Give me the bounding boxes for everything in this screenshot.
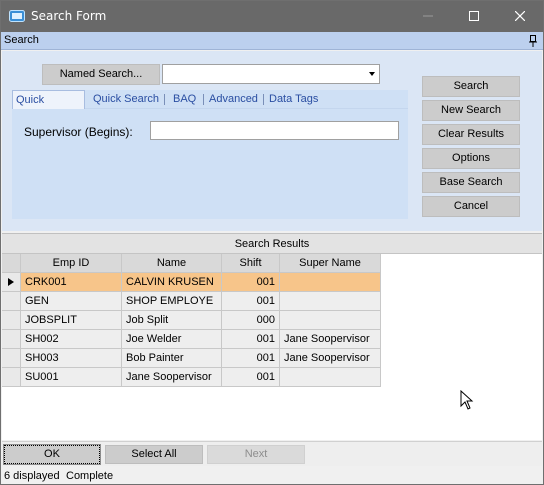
tab-advanced[interactable]: Advanced xyxy=(206,90,261,109)
table-cell[interactable] xyxy=(280,292,381,311)
search-panel-header: Search xyxy=(1,32,543,50)
table-cell[interactable]: JOBSPLIT xyxy=(21,311,122,330)
window-title: Search Form xyxy=(31,9,107,23)
table-cell[interactable]: SH002 xyxy=(21,330,122,349)
new-search-button[interactable]: New Search xyxy=(422,100,520,121)
column-header-shift[interactable]: Shift xyxy=(222,254,280,273)
status-state: Complete xyxy=(66,470,114,482)
table-cell[interactable] xyxy=(280,273,381,292)
select-all-button[interactable]: Select All xyxy=(105,445,203,464)
base-search-button[interactable]: Base Search xyxy=(422,172,520,193)
tab-separator xyxy=(203,94,204,105)
table-cell[interactable] xyxy=(280,311,381,330)
table-cell[interactable]: 001 xyxy=(222,273,280,292)
quick-search-panel: Supervisor (Begins): xyxy=(12,109,408,219)
tab-separator xyxy=(263,94,264,105)
column-header-super-name[interactable]: Super Name xyxy=(280,254,381,273)
tab-data-tags[interactable]: Data Tags xyxy=(266,90,321,109)
table-cell[interactable]: 001 xyxy=(222,292,280,311)
app-icon xyxy=(9,10,25,22)
table-cell[interactable]: Jane Soopervisor xyxy=(280,330,381,349)
table-cell[interactable]: 001 xyxy=(222,330,280,349)
results-title: Search Results xyxy=(2,234,542,254)
table-cell[interactable]: Jane Soopervisor xyxy=(122,368,222,387)
mouse-cursor-icon xyxy=(460,390,474,410)
title-bar: Search Form xyxy=(1,1,543,32)
row-selector[interactable] xyxy=(2,349,21,368)
supervisor-input[interactable] xyxy=(150,121,399,140)
minimize-button[interactable] xyxy=(405,1,451,32)
panel-label: Search xyxy=(4,34,39,46)
bottom-bar: OK Select All Next xyxy=(2,441,542,466)
status-bar: 6 displayed Complete xyxy=(2,467,542,484)
search-tabs: Quick Search Quick Search BAQ Advanced D… xyxy=(12,90,408,124)
search-button[interactable]: Search xyxy=(422,76,520,97)
table-cell[interactable]: 000 xyxy=(222,311,280,330)
named-search-button[interactable]: Named Search... xyxy=(42,64,160,85)
current-row-arrow-icon xyxy=(8,278,14,286)
table-cell[interactable]: Joe Welder xyxy=(122,330,222,349)
table-cell[interactable]: CRK001 xyxy=(21,273,122,292)
minimize-icon xyxy=(423,15,433,17)
close-button[interactable] xyxy=(497,1,543,32)
tab-separator xyxy=(164,94,165,105)
table-cell[interactable]: SU001 xyxy=(21,368,122,387)
dropdown-arrow-icon[interactable] xyxy=(369,72,375,76)
row-selector-header xyxy=(2,254,21,273)
table-cell[interactable]: Jane Soopervisor xyxy=(280,349,381,368)
row-selector-active[interactable] xyxy=(2,273,21,292)
table-cell[interactable]: 001 xyxy=(222,368,280,387)
table-cell[interactable]: 001 xyxy=(222,349,280,368)
row-selector[interactable] xyxy=(2,330,21,349)
pin-icon[interactable] xyxy=(529,35,537,47)
clear-results-button[interactable]: Clear Results xyxy=(422,124,520,145)
next-button[interactable]: Next xyxy=(207,445,305,464)
table-cell[interactable]: Bob Painter xyxy=(122,349,222,368)
status-count: 6 displayed xyxy=(4,470,60,482)
ok-button[interactable]: OK xyxy=(3,444,101,465)
search-area: Named Search... Quick Search Quick Searc… xyxy=(2,51,542,231)
named-search-combo[interactable] xyxy=(162,64,380,84)
table-cell[interactable]: GEN xyxy=(21,292,122,311)
row-selector[interactable] xyxy=(2,311,21,330)
search-results: Search Results Emp ID Name Shift Super N… xyxy=(2,233,542,440)
options-button[interactable]: Options xyxy=(422,148,520,169)
cancel-button[interactable]: Cancel xyxy=(422,196,520,217)
table-cell[interactable]: CALVIN KRUSEN xyxy=(122,273,222,292)
search-form-window: Search Form Search Named Search... Quick… xyxy=(0,0,544,485)
tab-quick-search[interactable]: Quick Search xyxy=(12,90,85,124)
maximize-button[interactable] xyxy=(451,1,497,32)
table-cell[interactable] xyxy=(280,368,381,387)
maximize-icon xyxy=(469,11,479,21)
table-cell[interactable]: SHOP EMPLOYE xyxy=(122,292,222,311)
table-cell[interactable]: Job Split xyxy=(122,311,222,330)
close-icon xyxy=(515,11,525,21)
tab-baq[interactable]: BAQ xyxy=(170,90,199,109)
table-cell[interactable]: SH003 xyxy=(21,349,122,368)
row-selector[interactable] xyxy=(2,368,21,387)
tab-quick-search-2[interactable]: Quick Search xyxy=(90,90,162,109)
column-header-name[interactable]: Name xyxy=(122,254,222,273)
supervisor-label: Supervisor (Begins): xyxy=(24,125,133,139)
column-header-emp-id[interactable]: Emp ID xyxy=(21,254,122,273)
row-selector[interactable] xyxy=(2,292,21,311)
